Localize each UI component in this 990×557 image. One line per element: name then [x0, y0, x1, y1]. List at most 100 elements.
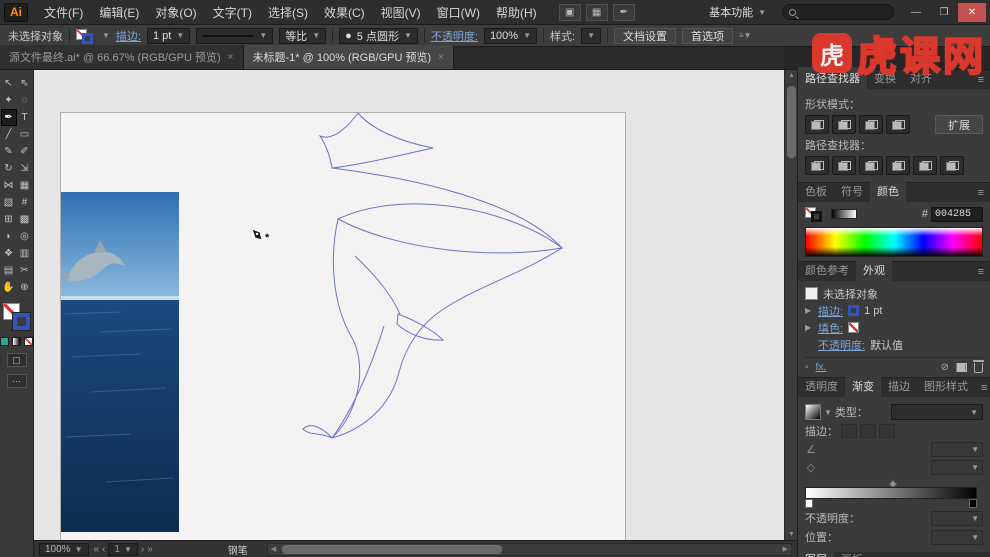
brush-tools-icon[interactable]: ✒: [613, 4, 635, 21]
appearance-fill-link[interactable]: 填色:: [818, 320, 843, 336]
tab-stroke[interactable]: 描边: [881, 375, 917, 397]
control-bar-menu-icon[interactable]: ≡▼: [739, 31, 752, 40]
tab-transparency[interactable]: 透明度: [798, 375, 845, 397]
selection-tool[interactable]: ↖: [1, 75, 17, 92]
color-button[interactable]: [0, 337, 9, 346]
appearance-opacity-link[interactable]: 不透明度:: [818, 337, 865, 353]
gradient-type-select[interactable]: ▼: [891, 404, 983, 420]
first-artboard-icon[interactable]: «: [94, 544, 100, 555]
dolphin-path-drawing[interactable]: [234, 88, 579, 453]
delete-item-icon[interactable]: [974, 363, 983, 373]
width-profile-combo[interactable]: 等比 ▼: [279, 28, 326, 44]
menu-edit[interactable]: 编辑(E): [91, 1, 147, 24]
hand-tool[interactable]: ✋: [1, 279, 17, 296]
arrange-documents-icon[interactable]: ▦: [586, 4, 608, 21]
tab-appearance[interactable]: 外观: [856, 259, 892, 281]
stroke-within-icon[interactable]: [841, 424, 857, 438]
artboard-number-combo[interactable]: 1 ▼: [108, 543, 137, 556]
chevron-down-icon[interactable]: ▼: [824, 408, 832, 417]
canvas[interactable]: * ▲ ▼: [34, 70, 797, 540]
trim-button[interactable]: [832, 156, 856, 175]
color-fill-stroke-indicator[interactable]: [805, 206, 825, 222]
merge-button[interactable]: [859, 156, 883, 175]
close-button[interactable]: ✕: [958, 3, 986, 22]
bridge-icon[interactable]: ▣: [559, 4, 581, 21]
grayscale-ramp[interactable]: [831, 209, 857, 219]
magic-wand-tool[interactable]: ✦: [1, 92, 17, 109]
tab-symbols[interactable]: 符号: [834, 180, 870, 202]
panel-menu-icon[interactable]: ≡: [975, 379, 990, 397]
panel-menu-icon[interactable]: ≡: [972, 71, 990, 89]
gradient-opacity-field[interactable]: ▼: [931, 511, 983, 526]
minimize-button[interactable]: —: [902, 3, 930, 22]
preferences-button[interactable]: 首选项: [682, 28, 733, 44]
scroll-up-icon[interactable]: ▲: [785, 70, 797, 81]
document-setup-button[interactable]: 文档设置: [614, 28, 676, 44]
chevron-right-icon[interactable]: ▶: [805, 323, 813, 332]
tab-transform[interactable]: 变换: [867, 67, 903, 89]
color-spectrum[interactable]: [805, 227, 983, 257]
fill-color-swatch[interactable]: [848, 322, 859, 333]
close-tab-icon[interactable]: ×: [228, 52, 234, 63]
workspace-switcher[interactable]: 基本功能 ▼: [701, 2, 774, 22]
scroll-right-icon[interactable]: ▶: [783, 545, 788, 553]
divide-button[interactable]: [805, 156, 829, 175]
fill-stroke-indicator[interactable]: [76, 28, 96, 44]
duplicate-item-icon[interactable]: [956, 363, 967, 372]
menu-file[interactable]: 文件(F): [36, 1, 91, 24]
gradient-stop-left[interactable]: [805, 499, 813, 508]
tab-layers[interactable]: 图层: [798, 548, 834, 557]
search-input[interactable]: [801, 7, 887, 18]
drawing-mode-button[interactable]: ▢: [7, 353, 27, 367]
tab-pathfinder[interactable]: 路径查找器: [798, 67, 867, 89]
unite-button[interactable]: [805, 115, 829, 134]
free-transform-tool[interactable]: ▦: [17, 177, 33, 194]
menu-select[interactable]: 选择(S): [260, 1, 316, 24]
paintbrush-tool[interactable]: ✎: [1, 143, 17, 160]
tab-swatches[interactable]: 色板: [798, 180, 834, 202]
scale-tool[interactable]: ⇲: [17, 160, 33, 177]
stroke-weight-combo[interactable]: 1 pt ▼: [147, 28, 190, 44]
stroke-across-icon[interactable]: [879, 424, 895, 438]
opacity-panel-link[interactable]: 不透明度:: [431, 28, 478, 44]
line-segment-tool[interactable]: ╱: [1, 126, 17, 143]
clear-appearance-icon[interactable]: ⊘: [941, 362, 949, 373]
menu-help[interactable]: 帮助(H): [488, 1, 545, 24]
crop-button[interactable]: [886, 156, 910, 175]
chevron-down-icon[interactable]: ▼: [102, 31, 110, 40]
gradient-slider[interactable]: [805, 481, 983, 507]
angle-field[interactable]: ▼: [931, 442, 983, 457]
vertical-scroll-thumb[interactable]: [787, 86, 796, 158]
appearance-stroke-row[interactable]: ▶ 描边: 1 pt: [805, 302, 983, 319]
zoom-tool[interactable]: ⊕: [17, 279, 33, 296]
zoom-combo[interactable]: 100% ▼: [39, 543, 89, 556]
exclude-button[interactable]: [886, 115, 910, 134]
add-effect-fx-button[interactable]: fx.: [816, 362, 827, 373]
stroke-along-icon[interactable]: [860, 424, 876, 438]
document-tab-active[interactable]: 未标题-1* @ 100% (RGB/GPU 预览) ×: [244, 45, 455, 69]
collapse-panels-icon[interactable]: «: [976, 52, 982, 64]
menu-view[interactable]: 视图(V): [373, 1, 429, 24]
none-button[interactable]: [24, 337, 33, 346]
tab-align[interactable]: 对齐: [903, 67, 939, 89]
menu-type[interactable]: 文字(T): [205, 1, 260, 24]
menu-object[interactable]: 对象(O): [147, 1, 204, 24]
type-tool[interactable]: T: [17, 109, 33, 126]
fill-stroke-widget[interactable]: [3, 303, 30, 330]
aspect-ratio-field[interactable]: ▼: [931, 460, 983, 475]
pen-tool[interactable]: ✒: [1, 109, 17, 126]
brush-definition-combo[interactable]: ● 5 点圆形 ▼: [339, 28, 418, 44]
stroke-swatch[interactable]: [13, 313, 30, 330]
shape-builder-tool[interactable]: ▧: [1, 194, 17, 211]
search-box[interactable]: [782, 4, 894, 20]
opacity-combo[interactable]: 100% ▼: [484, 28, 537, 44]
scroll-down-icon[interactable]: ▼: [785, 529, 797, 540]
gradient-thumbnail[interactable]: [805, 404, 821, 420]
width-tool[interactable]: ⋈: [1, 177, 17, 194]
stroke-style-combo[interactable]: ▼: [196, 28, 273, 44]
horizontal-scrollbar[interactable]: ◀ ▶: [267, 543, 792, 556]
minus-front-button[interactable]: [832, 115, 856, 134]
intersect-button[interactable]: [859, 115, 883, 134]
document-tab[interactable]: 源文件最终.ai* @ 66.67% (RGB/GPU 预览) ×: [0, 45, 244, 69]
lasso-tool[interactable]: ◌: [17, 92, 33, 109]
